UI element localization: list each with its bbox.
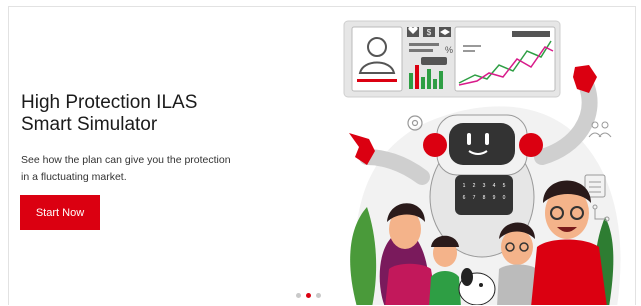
keypad-key: 7 [473,195,476,201]
carousel-dot-2-active[interactable] [306,293,311,298]
hero-description: See how the plan can give you the protec… [21,154,231,183]
robot-ear-right [519,133,543,157]
carousel-dot-3[interactable] [316,293,321,298]
keypad-key: 6 [463,195,466,201]
gear-icon [407,115,423,131]
keypad-key: 8 [483,195,486,201]
keypad-key: 1 [463,183,466,189]
robot-family-illustration: $ % 1 2 3 4 5 6 7 8 9 0 [343,20,621,305]
title-line-1: High Protection ILAS [21,92,198,113]
keypad-key: 5 [503,183,506,189]
carousel-pagination [296,293,321,298]
percent-symbol: % [445,45,453,55]
keypad-key: 4 [493,183,496,189]
keypad-key: 3 [483,183,486,189]
start-now-button[interactable]: Start Now [20,195,100,230]
page-title: High Protection ILAS Smart Simulator [21,92,261,136]
robot-eye-left [467,133,471,145]
hero-banner: High Protection ILAS Smart Simulator See… [8,6,636,305]
robot-ear-left [423,133,447,157]
title-line-2: Smart Simulator [21,114,158,135]
carousel-dot-1[interactable] [296,293,301,298]
people-icon [588,121,612,138]
keypad-key: 9 [493,195,496,201]
currency-symbol: $ [427,28,432,37]
robot-face-screen [449,123,515,165]
keypad-key: 2 [473,183,476,189]
keypad-key: 0 [503,195,506,201]
robot-eye-right [485,133,489,145]
